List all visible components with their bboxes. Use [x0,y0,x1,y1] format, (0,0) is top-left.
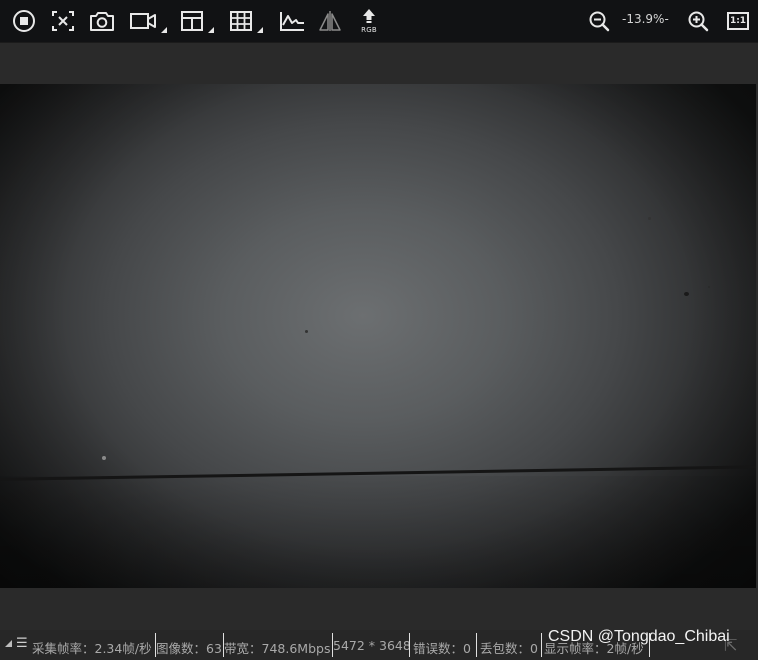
bottom-spacer [0,588,758,630]
zoom-in-icon [688,11,709,32]
error-count: 错误数：0 [413,641,471,656]
zoom-level[interactable]: -13.9%- [622,12,669,26]
capture-fps: 采集帧率：2.34帧/秒 [32,641,152,656]
grid-crosshair-icon [181,11,203,31]
grid-button[interactable] [228,6,263,36]
resolution: 5472 * 3648 [333,638,411,653]
bandwidth: 带宽：748.6Mbps [224,641,331,656]
image-speck [684,292,689,296]
dropdown-caret-icon[interactable] [161,27,167,33]
mirror-button[interactable] [317,6,343,36]
grid-icon [230,11,252,31]
image-speck [102,456,106,460]
video-camera-icon [130,13,156,29]
zoom-out-button[interactable] [587,6,611,36]
record-button[interactable] [128,6,167,36]
histogram-button[interactable] [278,6,306,36]
actual-size-label: 1:1 [727,12,749,30]
camera-icon [90,12,114,31]
camera-image-view[interactable] [0,84,756,588]
rgb-button[interactable]: RGB [356,6,382,36]
packet-loss-count: 丢包数：0 [480,641,538,656]
image-speck [648,217,651,220]
rgb-label: RGB [361,26,377,34]
camera-viewer-window: RGB -13.9%- 1:1 ☰ 采集帧率：2.34帧/秒 图像数：63 带宽… [0,0,758,660]
crosshair-grid-button[interactable] [179,6,214,36]
actual-size-button[interactable]: 1:1 [726,6,750,36]
zoom-out-icon [589,11,610,32]
status-separator [476,633,477,657]
image-speck [708,286,710,288]
zoom-in-button[interactable] [686,6,710,36]
top-spacer [0,43,758,84]
fit-screen-icon [52,11,74,31]
stop-button[interactable] [10,6,38,36]
upload-arrow-icon [363,9,375,23]
toolbar: RGB -13.9%- 1:1 [0,0,758,43]
chart-line-icon [280,12,304,31]
resize-grip-icon[interactable] [5,640,12,647]
dropdown-caret-icon[interactable] [257,27,263,33]
image-speck [305,330,308,333]
dropdown-caret-icon[interactable] [208,27,214,33]
fit-window-button[interactable] [50,6,76,36]
status-separator [409,633,410,657]
image-vignette [0,84,756,588]
watermark: CSDN @Tongdao_Chibai [548,628,730,645]
mirror-triangle-icon [319,11,341,31]
stop-circle-icon [13,10,35,32]
image-count: 图像数：63 [156,641,222,656]
status-separator [541,633,542,657]
snapshot-button[interactable] [88,6,116,36]
hamburger-menu-icon[interactable]: ☰ [16,636,28,651]
